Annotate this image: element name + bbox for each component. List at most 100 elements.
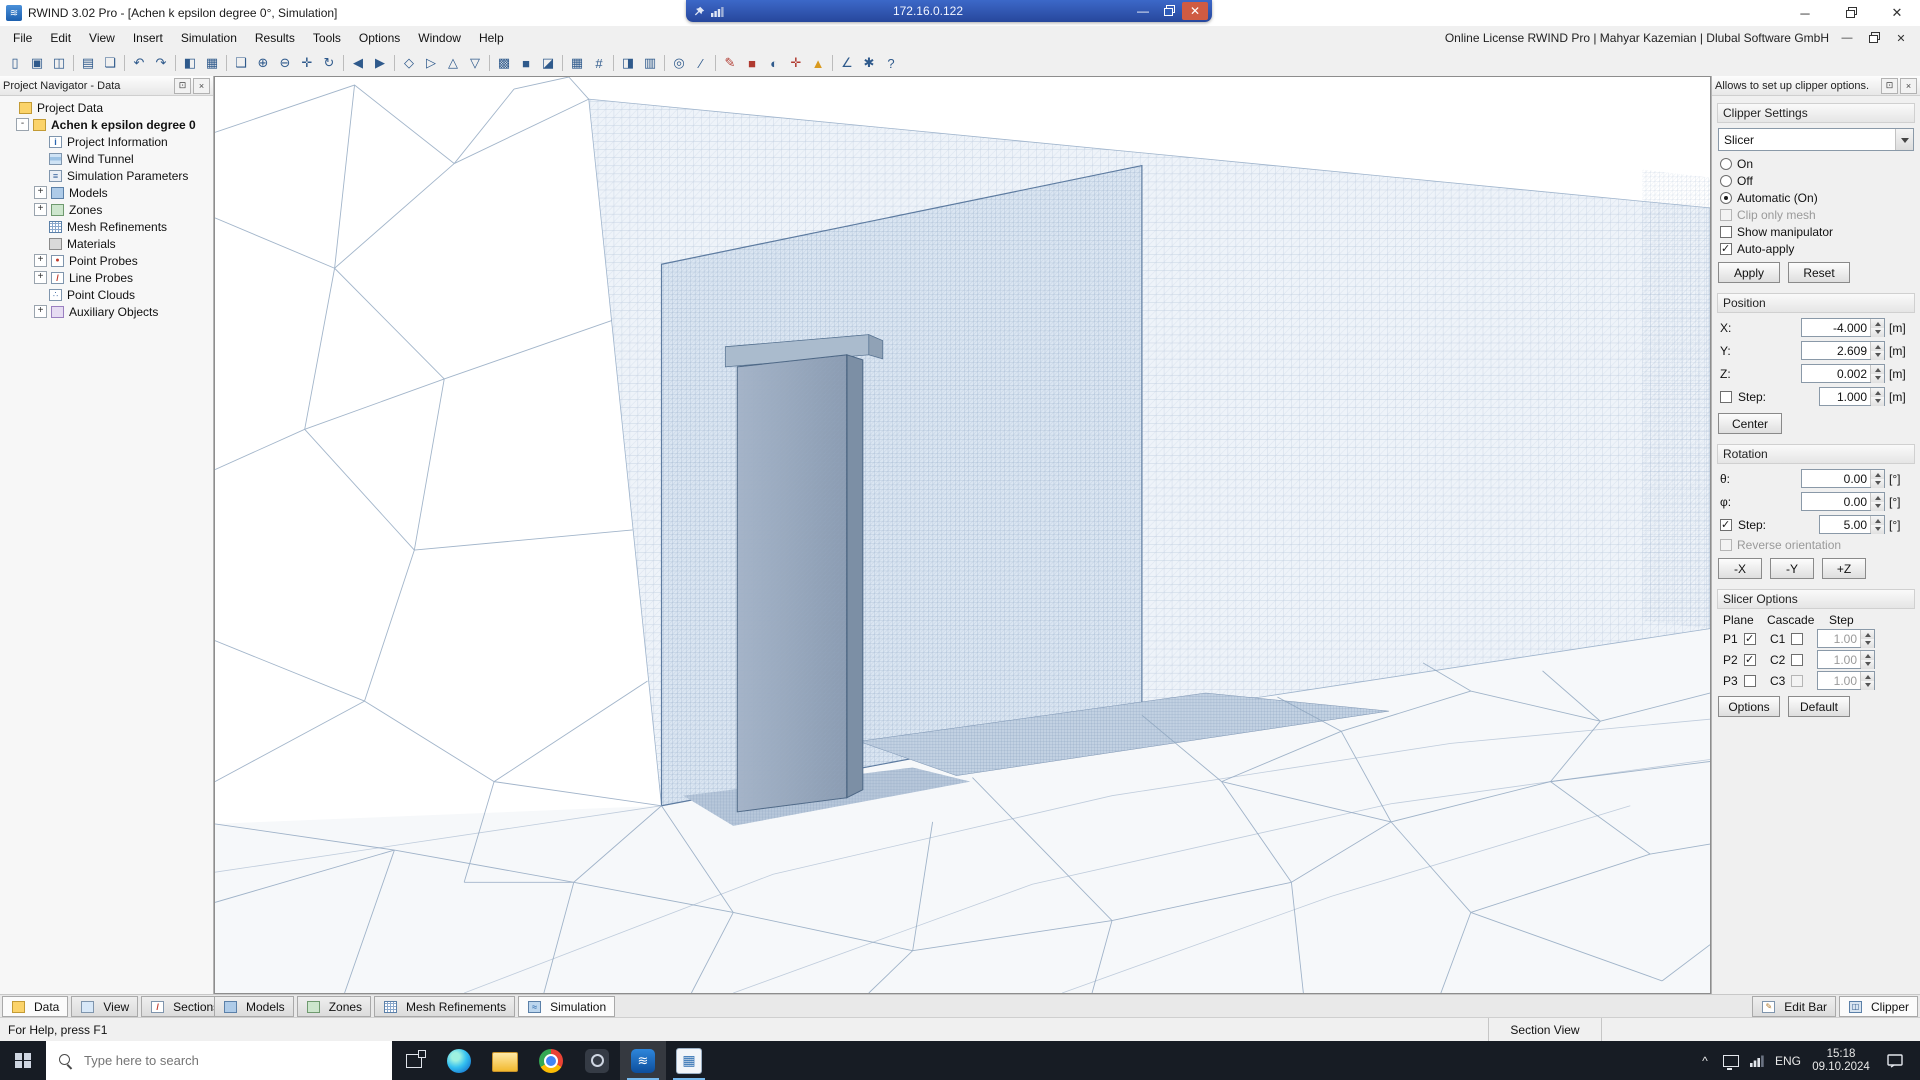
print-icon[interactable]: ▤ [77,52,99,74]
taskbar-chrome-icon[interactable] [528,1041,574,1080]
mdi-close-button[interactable]: ✕ [1892,30,1910,46]
zoom-out-icon[interactable]: ⊖ [274,52,296,74]
view-z-icon[interactable]: ▽ [464,52,486,74]
navigator-close-button[interactable]: × [193,77,210,94]
clipper-type-select[interactable]: Slicer [1718,128,1914,151]
taskbar-search[interactable] [46,1040,392,1080]
connection-quality-icon[interactable] [708,6,726,17]
menu-item[interactable]: Help [470,28,513,48]
tables-icon[interactable]: ▦ [201,52,223,74]
view-tab[interactable]: Models [214,996,294,1017]
section-display-icon[interactable]: ◪ [537,52,559,74]
tree-item[interactable]: + Line Probes [0,269,213,286]
clip-only-mesh-checkbox[interactable] [1720,208,1732,221]
remote-restore-button[interactable] [1156,2,1182,20]
settings-icon[interactable]: ✱ [858,52,880,74]
view-tab[interactable]: Simulation [518,996,616,1017]
tree-item[interactable]: + Auxiliary Objects [0,303,213,320]
z-position-input[interactable]: 0.002 [1801,364,1885,383]
solid-display-icon[interactable]: ■ [515,52,537,74]
view-tab[interactable]: Zones [296,996,372,1017]
on-radio[interactable] [1720,157,1732,170]
minus-x-button[interactable]: -X [1718,558,1762,579]
spinner-buttons[interactable] [1870,365,1884,383]
tree-expander[interactable] [4,102,15,113]
start-button[interactable] [0,1041,46,1080]
plane-checkbox[interactable] [1744,653,1756,666]
spinner-buttons[interactable] [1870,493,1884,511]
stop-simulation-icon[interactable]: ■ [741,52,763,74]
taskbar-explorer-icon[interactable] [482,1041,528,1080]
tree-item[interactable]: Point Clouds [0,286,213,303]
cascade-checkbox[interactable] [1791,653,1803,666]
y-position-input[interactable]: 2.609 [1801,341,1885,360]
x-position-input[interactable]: -4.000 [1801,318,1885,337]
navigator-tab[interactable]: View [71,996,139,1017]
default-button[interactable]: Default [1788,696,1850,717]
tree-item[interactable]: - Achen k epsilon degree 0 [0,116,213,133]
task-view-button[interactable] [392,1041,436,1080]
taskbar-capture-tool-icon[interactable] [574,1041,620,1080]
action-center-button[interactable] [1876,1053,1914,1068]
pan-view-icon[interactable]: ✛ [296,52,318,74]
spinner-buttons[interactable] [1870,470,1884,488]
plus-z-button[interactable]: +Z [1822,558,1866,579]
tree-expander[interactable]: + [34,186,47,199]
clipper-icon[interactable]: ◨ [617,52,639,74]
measure-icon[interactable]: ∠ [836,52,858,74]
off-radio[interactable] [1720,174,1732,187]
mdi-minimize-button[interactable]: — [1838,30,1856,46]
spinner-buttons[interactable] [1860,651,1874,669]
view-x-icon[interactable]: ▷ [420,52,442,74]
results-display-icon[interactable]: ◐ [763,52,785,74]
tree-expander[interactable] [34,289,45,300]
restore-button[interactable] [1828,0,1874,26]
reverse-orientation-checkbox[interactable] [1720,538,1732,551]
tree-item[interactable]: + Point Probes [0,252,213,269]
tree-item[interactable]: Mesh Refinements [0,218,213,235]
close-button[interactable]: ✕ [1874,0,1920,26]
phi-input[interactable]: 0.00 [1801,492,1885,511]
navigator-pin-button[interactable]: ⊡ [174,77,191,94]
view-y-icon[interactable]: △ [442,52,464,74]
line-probe-icon[interactable]: ∕ [690,52,712,74]
tree-expander[interactable] [34,238,45,249]
show-numbering-icon[interactable]: # [588,52,610,74]
apply-button[interactable]: Apply [1718,262,1780,283]
tree-item[interactable]: Materials [0,235,213,252]
remote-minimize-button[interactable]: — [1130,2,1156,20]
position-step-checkbox[interactable] [1720,390,1732,403]
new-file-icon[interactable]: ▯ [4,52,26,74]
help-icon[interactable]: ? [880,52,902,74]
spinner-buttons[interactable] [1870,319,1884,337]
pin-icon[interactable] [690,6,708,17]
clipper-pin-button[interactable]: ⊡ [1881,77,1898,94]
taskbar-rwind-icon[interactable] [620,1041,666,1080]
taskbar-edge-icon[interactable] [436,1041,482,1080]
tree-item[interactable]: Simulation Parameters [0,167,213,184]
tree-expander[interactable] [34,136,45,147]
spinner-buttons[interactable] [1860,630,1874,648]
zoom-in-icon[interactable]: ⊕ [252,52,274,74]
navigator-tab[interactable]: Data [2,996,69,1017]
minus-y-button[interactable]: -Y [1770,558,1814,579]
tree-expander[interactable]: + [34,203,47,216]
rotation-step-checkbox[interactable] [1720,518,1732,531]
plane-checkbox[interactable] [1744,674,1756,687]
reset-button[interactable]: Reset [1788,262,1850,283]
redo-icon[interactable]: ↷ [150,52,172,74]
options-button[interactable]: Options [1718,696,1780,717]
menu-item[interactable]: Window [409,28,470,48]
view-tab[interactable]: Mesh Refinements [374,996,516,1017]
spinner-buttons[interactable] [1870,388,1884,406]
tree-item[interactable]: Wind Tunnel [0,150,213,167]
tree-expander[interactable] [34,153,45,164]
tray-chevron-icon[interactable]: ^ [1692,1041,1718,1080]
remote-close-button[interactable]: ✕ [1182,2,1208,20]
slicer-icon[interactable]: ▥ [639,52,661,74]
center-button[interactable]: Center [1718,413,1782,434]
spinner-buttons[interactable] [1870,516,1884,534]
next-view-icon[interactable]: ▶ [369,52,391,74]
mdi-restore-button[interactable] [1865,30,1883,46]
tree-expander[interactable]: + [34,305,47,318]
